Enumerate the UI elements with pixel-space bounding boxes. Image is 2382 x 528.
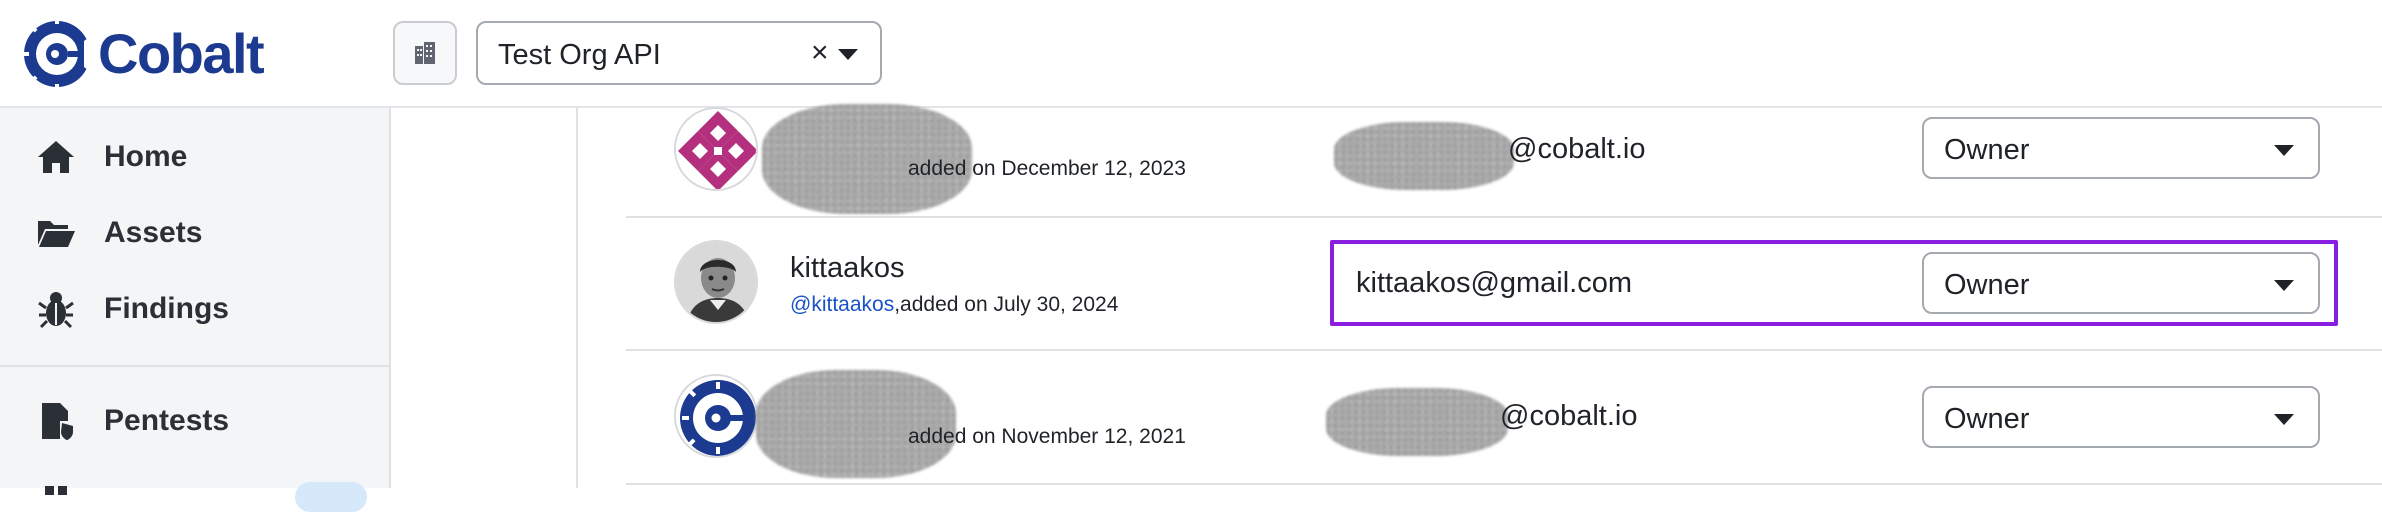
role-select-value: Owner <box>1944 269 2030 301</box>
sidebar-item-label: Findings <box>104 292 229 325</box>
pentest-shield-icon <box>34 399 78 443</box>
member-email-suffix: @cobalt.io <box>1508 133 1646 165</box>
member-added-date: added on December 12, 2023 <box>908 157 1186 180</box>
chevron-down-icon[interactable] <box>838 49 858 60</box>
sidebar: Home Assets Findings Pentests <box>0 108 391 512</box>
sidebar-item-label: Assets <box>104 216 203 249</box>
organization-select-value: Test Org API <box>498 39 661 71</box>
row-divider <box>626 349 2382 351</box>
role-select-value: Owner <box>1944 134 2030 166</box>
cobalt-logo-icon <box>23 18 92 90</box>
row-divider <box>626 216 2382 218</box>
member-name: kittaakos <box>790 252 905 284</box>
sidebar-item-label: Home <box>104 140 188 173</box>
content-divider <box>576 108 578 488</box>
grid-icon <box>34 475 78 519</box>
building-icon <box>415 42 435 64</box>
member-meta: @kittaakos,added on July 30, 2024 <box>790 293 1118 317</box>
chevron-down-icon <box>2274 145 2294 156</box>
member-avatar <box>674 107 758 191</box>
sidebar-item-assets[interactable]: Assets <box>0 202 389 264</box>
bug-icon <box>34 287 78 331</box>
clear-selection-icon[interactable]: × <box>811 36 829 70</box>
chevron-down-icon <box>2274 414 2294 425</box>
cobalt-logo[interactable]: Cobalt <box>22 14 265 94</box>
member-avatar <box>674 240 758 324</box>
sidebar-item-findings[interactable]: Findings <box>0 278 389 340</box>
redacted-email <box>1334 122 1514 190</box>
role-select[interactable]: Owner <box>1922 386 2320 448</box>
folder-open-icon <box>34 211 78 255</box>
top-bar: Cobalt Test Org API × <box>0 0 2382 108</box>
member-email-suffix: @cobalt.io <box>1500 400 1638 432</box>
new-badge <box>295 482 367 512</box>
redacted-name <box>756 370 956 478</box>
member-handle-link[interactable]: @kittaakos <box>790 293 894 316</box>
sidebar-divider <box>0 365 389 367</box>
role-select[interactable]: Owner <box>1922 252 2320 314</box>
member-added-date: ,added on July 30, 2024 <box>894 293 1119 316</box>
organization-select[interactable]: Test Org API × <box>476 21 882 85</box>
sidebar-item-pentests[interactable]: Pentests <box>0 390 389 452</box>
member-added-date: added on November 12, 2021 <box>908 425 1186 448</box>
role-select-value: Owner <box>1944 403 2030 435</box>
sidebar-item-label: Pentests <box>104 404 230 437</box>
member-avatar <box>674 374 758 458</box>
redacted-email <box>1326 388 1508 456</box>
organization-button[interactable] <box>393 21 457 85</box>
role-select[interactable]: Owner <box>1922 117 2320 179</box>
member-email: kittaakos@gmail.com <box>1356 267 1633 299</box>
home-icon <box>34 135 78 179</box>
logo-text: Cobalt <box>98 22 265 85</box>
sidebar-item-home[interactable]: Home <box>0 126 389 188</box>
row-divider <box>626 483 2382 485</box>
chevron-down-icon <box>2274 280 2294 291</box>
